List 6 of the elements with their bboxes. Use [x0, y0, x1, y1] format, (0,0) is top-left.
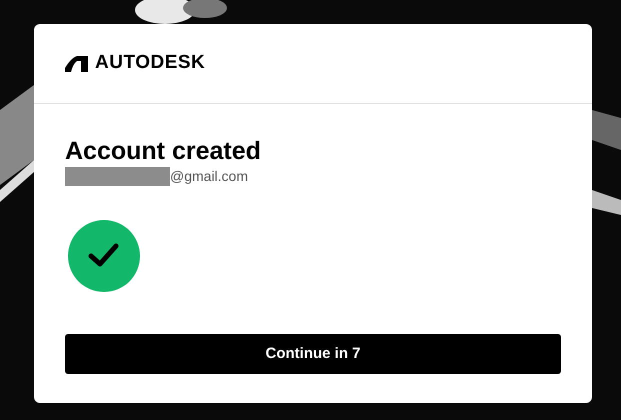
heading: Account created: [65, 136, 262, 166]
logo-icon: [65, 56, 88, 72]
continue-button[interactable]: Continue in 7: [65, 334, 561, 374]
success-check-icon: [68, 220, 140, 292]
brand-name: AUTODESK: [95, 51, 206, 76]
email-text: @gmail.com: [170, 167, 248, 186]
